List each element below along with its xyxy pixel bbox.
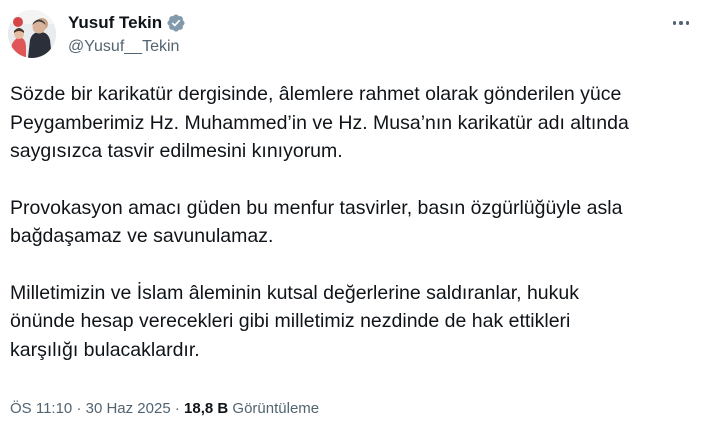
post-text: Sözde bir karikatür dergisinde, âlemlere… <box>10 80 690 364</box>
view-count[interactable]: 18,8 B Görüntüleme <box>184 400 319 417</box>
post-card: Yusuf Tekin @Yusuf__Tekin Sözde bir kari… <box>0 0 706 441</box>
post-line: saygısızca tasvir edilmesini kınıyorum. <box>10 140 343 162</box>
display-name[interactable]: Yusuf Tekin <box>68 12 162 34</box>
avatar[interactable] <box>8 10 56 58</box>
views-label: Görüntüleme <box>232 400 320 417</box>
post-paragraph: Sözde bir karikatür dergisinde, âlemlere… <box>10 80 690 166</box>
avatar-photo-icon <box>8 10 56 58</box>
post-line: Provokasyon amacı güden bu menfur tasvir… <box>10 196 623 219</box>
meta-separator: · <box>174 400 180 417</box>
post-timestamp[interactable]: ÖS 11:10 · 30 Haz 2025 <box>10 400 171 417</box>
post-line: önünde hesap verecekleri gibi milletimiz… <box>10 310 571 332</box>
meta-separator: · <box>76 400 82 417</box>
handle[interactable]: @Yusuf__Tekin <box>68 36 186 58</box>
post-line: karşılığı bulacaklardır. <box>10 338 200 361</box>
post-header: Yusuf Tekin @Yusuf__Tekin <box>8 10 698 60</box>
post-paragraph: Milletimizin ve İslam âleminin kutsal de… <box>10 279 690 365</box>
post-paragraph: Provokasyon amacı güden bu menfur tasvir… <box>10 194 690 251</box>
post-line: Sözde bir karikatür dergisinde, âlemlere… <box>10 83 622 105</box>
views-count: 18,8 B <box>184 400 229 417</box>
post-date: 30 Haz 2025 <box>85 400 171 417</box>
verified-badge-icon[interactable] <box>166 13 186 33</box>
post-meta: ÖS 11:10 · 30 Haz 2025 · 18,8 B Görüntül… <box>10 399 319 419</box>
post-line: bağdaşamaz ve savunulamaz. <box>10 225 274 247</box>
more-options-icon[interactable] <box>666 12 696 34</box>
author-info: Yusuf Tekin @Yusuf__Tekin <box>68 12 186 58</box>
post-time: ÖS 11:10 <box>10 400 73 417</box>
display-name-row: Yusuf Tekin <box>68 12 186 34</box>
post-line: Peygamberimiz Hz. Muhammed’in ve Hz. Mus… <box>10 111 629 134</box>
post-line: Milletimizin ve İslam âleminin kutsal de… <box>10 281 579 304</box>
